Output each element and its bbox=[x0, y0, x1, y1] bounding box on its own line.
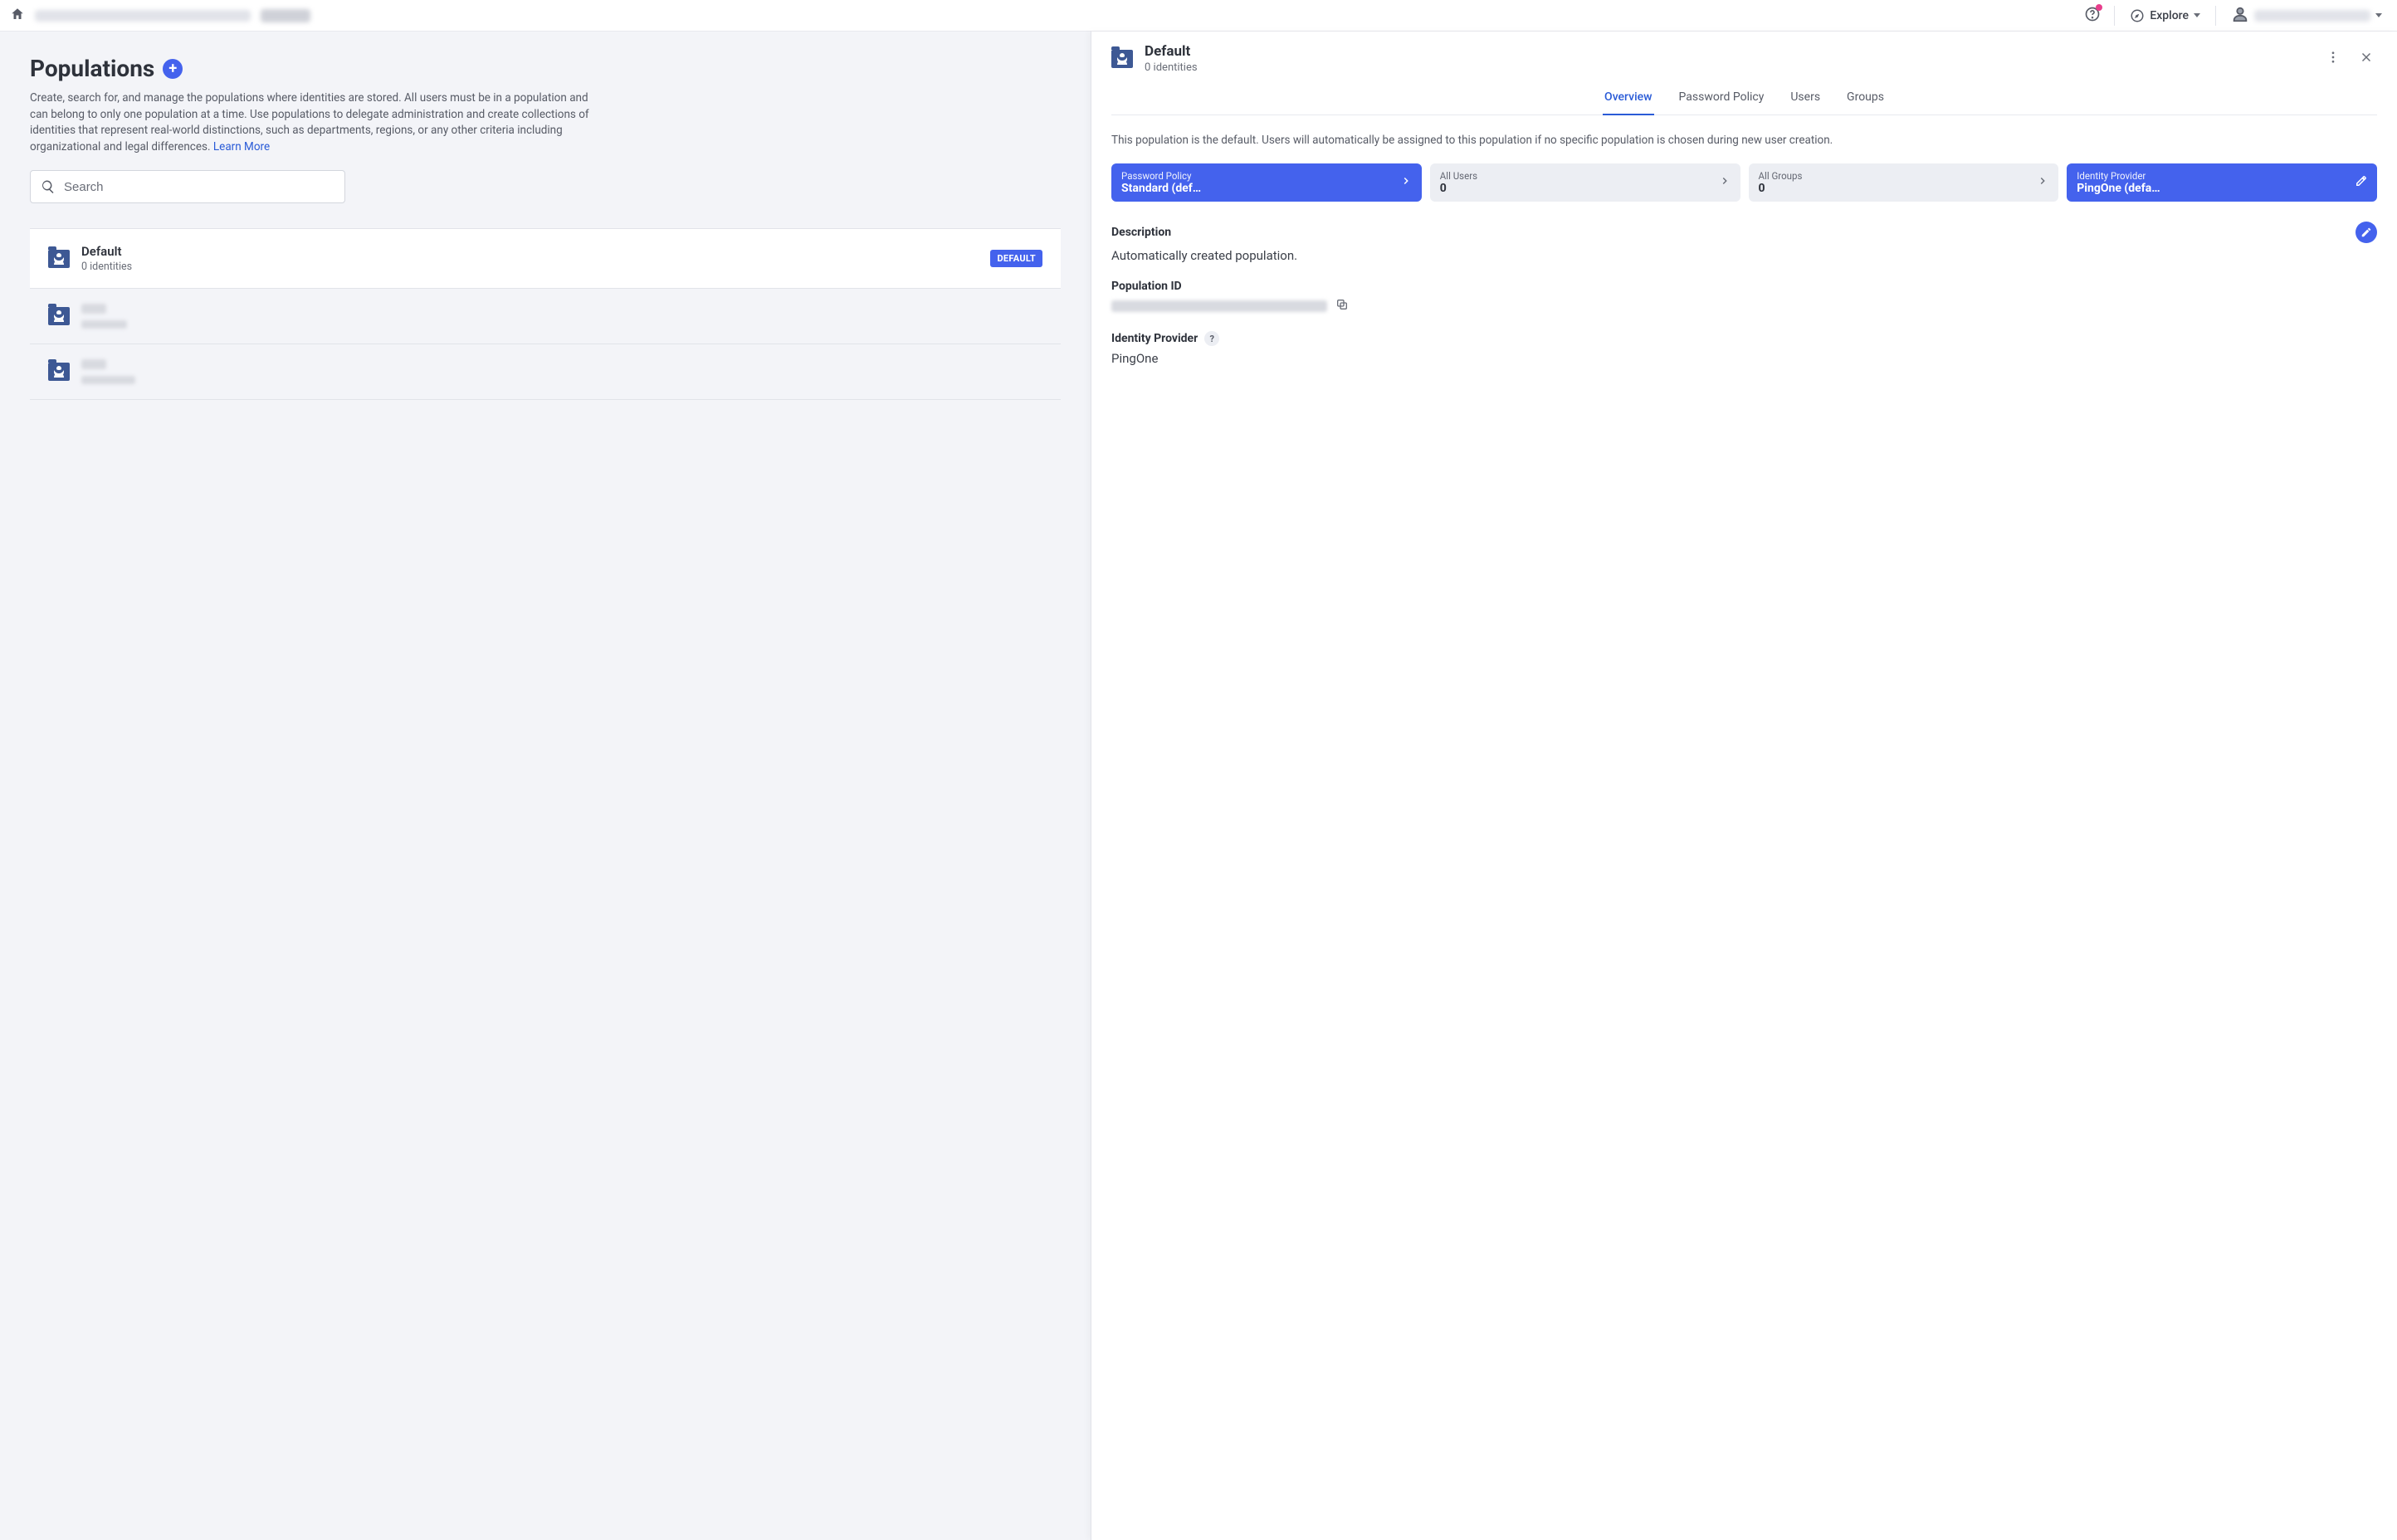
detail-sub: 0 identities bbox=[1145, 61, 2311, 74]
explore-label: Explore bbox=[2150, 9, 2189, 22]
learn-more-link[interactable]: Learn More bbox=[213, 140, 270, 154]
description-heading: Description bbox=[1111, 226, 1171, 239]
explore-button[interactable]: Explore bbox=[2125, 5, 2205, 27]
avatar-icon bbox=[2231, 5, 2249, 27]
divider bbox=[2114, 6, 2115, 26]
help-icon[interactable]: ? bbox=[1204, 331, 1219, 346]
summary-cards: Password Policy Standard (def… All Users… bbox=[1111, 163, 2377, 202]
population-row[interactable]: Default 0 identities DEFAULT bbox=[30, 228, 1061, 289]
chevron-right-icon bbox=[1400, 175, 1412, 190]
search-field[interactable] bbox=[64, 180, 334, 194]
population-name-redacted bbox=[81, 304, 106, 314]
chevron-right-icon bbox=[1719, 175, 1731, 190]
edit-description-button[interactable] bbox=[2356, 222, 2377, 243]
chevron-right-icon bbox=[2037, 175, 2048, 190]
card-all-groups[interactable]: All Groups 0 bbox=[1749, 163, 2059, 202]
card-all-users[interactable]: All Users 0 bbox=[1430, 163, 1740, 202]
add-population-button[interactable]: + bbox=[163, 59, 183, 79]
idp-heading: Identity Provider ? bbox=[1111, 331, 1219, 346]
page-title: Populations bbox=[30, 55, 154, 82]
chevron-down-icon bbox=[2375, 13, 2382, 17]
main-panel: Populations + Create, search for, and ma… bbox=[0, 32, 1091, 1540]
population-sub-redacted bbox=[81, 376, 135, 384]
divider bbox=[2215, 6, 2216, 26]
tab-users[interactable]: Users bbox=[1789, 82, 1822, 115]
population-icon bbox=[48, 250, 70, 268]
card-identity-provider[interactable]: Identity Provider PingOne (defa… bbox=[2067, 163, 2377, 202]
population-icon bbox=[48, 307, 70, 325]
population-name-redacted bbox=[81, 359, 106, 369]
population-sub-redacted bbox=[81, 320, 127, 329]
tab-password-policy[interactable]: Password Policy bbox=[1677, 82, 1766, 115]
chevron-down-icon bbox=[2194, 13, 2200, 17]
population-id-redacted bbox=[1111, 300, 1327, 312]
population-list: Default 0 identities DEFAULT bbox=[30, 228, 1061, 400]
home-icon[interactable] bbox=[10, 7, 25, 25]
population-icon bbox=[48, 363, 70, 381]
user-name-redacted bbox=[2254, 10, 2370, 22]
breadcrumb-redacted bbox=[35, 10, 251, 22]
idp-value: PingOne bbox=[1111, 351, 2377, 366]
help-icon[interactable] bbox=[2081, 2, 2104, 29]
population-sub: 0 identities bbox=[81, 261, 979, 273]
more-options-button[interactable] bbox=[2322, 46, 2344, 71]
default-badge: DEFAULT bbox=[990, 250, 1042, 267]
close-button[interactable] bbox=[2356, 46, 2377, 71]
copy-id-button[interactable] bbox=[1335, 298, 1349, 314]
card-password-policy[interactable]: Password Policy Standard (def… bbox=[1111, 163, 1422, 202]
search-input[interactable] bbox=[30, 170, 345, 203]
population-row[interactable] bbox=[30, 289, 1061, 344]
page-description: Create, search for, and manage the popul… bbox=[30, 90, 594, 155]
detail-title: Default bbox=[1145, 43, 2311, 60]
tab-overview[interactable]: Overview bbox=[1603, 82, 1653, 115]
user-menu[interactable] bbox=[2226, 2, 2387, 30]
default-population-info: This population is the default. Users wi… bbox=[1111, 132, 2377, 149]
population-row[interactable] bbox=[30, 344, 1061, 400]
population-name: Default bbox=[81, 244, 979, 259]
search-icon bbox=[41, 179, 56, 194]
population-id-heading: Population ID bbox=[1111, 280, 1182, 293]
breadcrumb-redacted bbox=[261, 9, 310, 22]
description-value: Automatically created population. bbox=[1111, 248, 2377, 263]
tab-groups[interactable]: Groups bbox=[1845, 82, 1886, 115]
notification-dot-icon bbox=[2096, 4, 2102, 11]
top-bar: Explore bbox=[0, 0, 2397, 32]
population-icon bbox=[1111, 50, 1133, 68]
detail-panel: Default 0 identities Overview Password P… bbox=[1091, 32, 2397, 1540]
pencil-icon bbox=[2356, 175, 2367, 190]
detail-tabs: Overview Password Policy Users Groups bbox=[1111, 82, 2377, 115]
